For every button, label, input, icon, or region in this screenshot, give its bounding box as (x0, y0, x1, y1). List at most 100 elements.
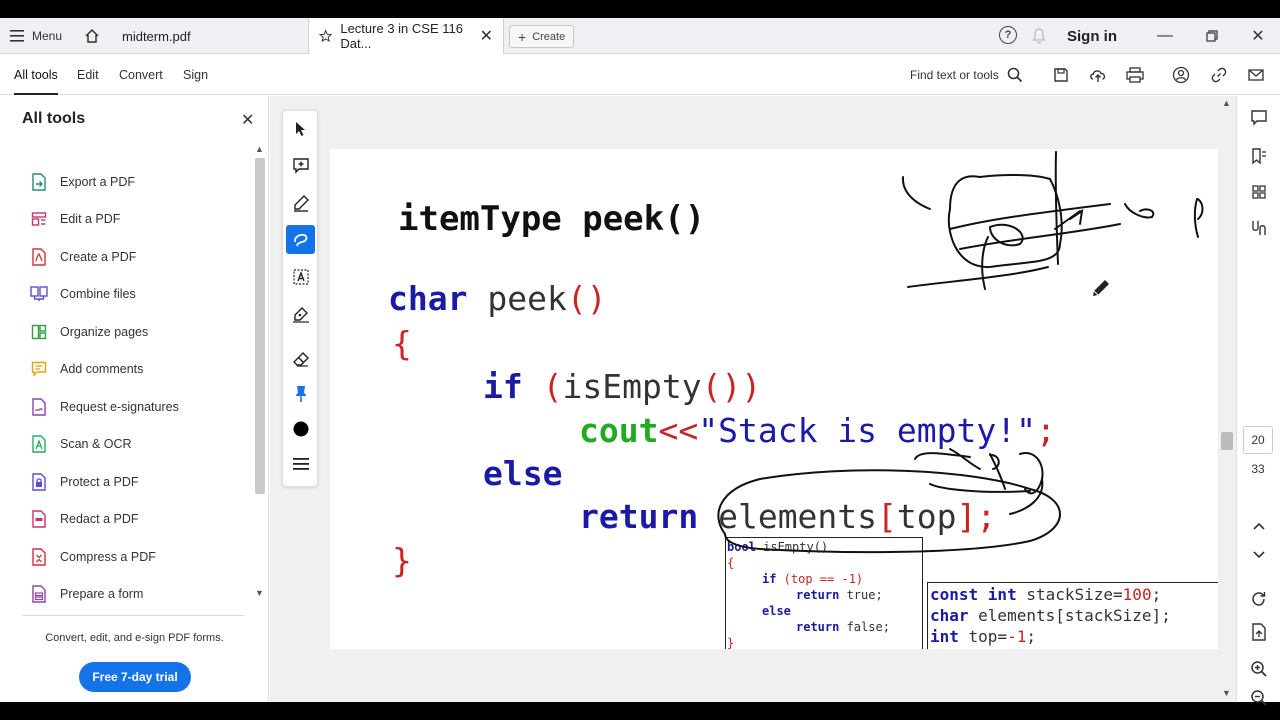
scroll-up-icon[interactable]: ▲ (1222, 98, 1231, 108)
menu-button[interactable]: Menu (10, 18, 62, 54)
link-icon[interactable] (1208, 55, 1230, 95)
previous-page-icon[interactable] (1247, 514, 1271, 538)
restore-icon[interactable] (1197, 18, 1227, 54)
title-bar: Menu midterm.pdf Lecture 3 in CSE 116 Da… (0, 18, 1280, 54)
draw-freehand-icon[interactable] (286, 225, 315, 254)
document-scrollbar[interactable]: ▲ ▼ (1219, 96, 1235, 702)
tool-label: Combine files (60, 287, 136, 301)
color-picker-icon[interactable] (286, 414, 315, 443)
panel-scrollbar[interactable]: ▲ ▼ (253, 144, 267, 600)
scroll-thumb[interactable] (255, 158, 265, 494)
tool-label: Request e-signatures (60, 400, 179, 414)
current-page-field[interactable]: 20 (1243, 426, 1273, 454)
tool-compress-pdf[interactable]: Compress a PDF (30, 546, 156, 568)
minimize-icon[interactable]: — (1150, 18, 1180, 54)
extract-page-icon[interactable] (1247, 620, 1271, 644)
organize-pages-icon (30, 323, 48, 341)
prepare-form-icon (30, 585, 48, 603)
tool-prepare-form[interactable]: Prepare a form (30, 583, 143, 605)
tool-label: Scan & OCR (60, 437, 132, 451)
quick-tools-strip (282, 110, 318, 487)
pin-icon[interactable] (286, 379, 315, 408)
home-button[interactable] (84, 18, 100, 54)
select-cursor-icon[interactable] (286, 114, 315, 143)
next-page-icon[interactable] (1247, 543, 1271, 567)
rotate-icon[interactable] (1247, 587, 1271, 611)
tool-request-esignatures[interactable]: Request e-signatures (30, 396, 179, 418)
tools-list: Export a PDF Edit a PDF Create a PDF Com… (0, 146, 252, 603)
scroll-thumb[interactable] (1221, 432, 1233, 450)
free-trial-button[interactable]: Free 7-day trial (79, 662, 191, 692)
create-pdf-icon (30, 248, 48, 266)
thumbnails-icon[interactable] (1247, 180, 1271, 204)
divider (22, 615, 245, 616)
tool-redact-pdf[interactable]: Redact a PDF (30, 508, 139, 530)
tool-label: Redact a PDF (60, 512, 139, 526)
find-text-or-tools[interactable]: Find text or tools (910, 55, 1023, 95)
scroll-down-icon[interactable]: ▼ (1222, 688, 1231, 698)
help-icon[interactable]: ? (999, 26, 1017, 44)
bookmarks-icon[interactable] (1247, 144, 1271, 168)
scroll-down-icon[interactable]: ▼ (255, 588, 264, 598)
tool-label: Create a PDF (60, 250, 137, 264)
tab-edit[interactable]: Edit (77, 55, 99, 95)
compress-pdf-icon (30, 548, 48, 566)
main-toolbar: All tools Edit Convert Sign Find text or… (0, 55, 1280, 95)
tool-protect-pdf[interactable]: Protect a PDF (30, 471, 139, 493)
save-icon[interactable] (1050, 55, 1072, 95)
tab-lecture-3[interactable]: Lecture 3 in CSE 116 Dat... ✕ (308, 18, 504, 54)
sign-pen-icon[interactable] (286, 299, 315, 328)
total-pages: 33 (1251, 462, 1265, 476)
tool-label: Compress a PDF (60, 550, 156, 564)
tool-scan-ocr[interactable]: Scan & OCR (30, 433, 132, 455)
create-label: Create (532, 30, 566, 43)
add-comment-icon[interactable] (286, 151, 315, 180)
ink-annotations[interactable] (330, 149, 1218, 649)
redact-pdf-icon (30, 510, 48, 528)
text-box-icon[interactable] (286, 262, 315, 291)
tool-combine-files[interactable]: Combine files (30, 283, 136, 305)
create-button[interactable]: + Create (509, 25, 575, 48)
zoom-in-icon[interactable] (1247, 657, 1271, 681)
tool-label: Organize pages (60, 325, 149, 339)
tab-lecture-3-label: Lecture 3 in CSE 116 Dat... (340, 21, 463, 51)
edit-pdf-icon (30, 210, 48, 228)
zoom-out-icon[interactable] (1247, 686, 1271, 710)
sign-in-button[interactable]: Sign in (1067, 18, 1117, 54)
star-icon[interactable] (319, 28, 333, 44)
menu-label: Menu (32, 29, 63, 43)
eraser-icon[interactable] (286, 344, 315, 373)
tab-all-tools[interactable]: All tools (14, 55, 58, 95)
find-label: Find text or tools (910, 68, 999, 82)
tab-convert[interactable]: Convert (119, 55, 163, 95)
pencil-cursor-icon (1092, 279, 1110, 302)
notification-bell-icon[interactable] (1031, 27, 1047, 45)
close-panel-icon[interactable]: ✕ (241, 110, 254, 130)
right-rail: 20 33 (1236, 96, 1280, 706)
search-icon (1007, 67, 1022, 83)
tool-edit-pdf[interactable]: Edit a PDF (30, 208, 120, 230)
tool-add-comments[interactable]: Add comments (30, 358, 143, 380)
add-comments-icon (30, 360, 48, 378)
pdf-page: itemType peek() char peek() { if (isEmpt… (330, 149, 1218, 649)
tab-sign[interactable]: Sign (183, 55, 208, 95)
more-tools-icon[interactable] (286, 449, 315, 478)
print-icon[interactable] (1124, 55, 1146, 95)
tab-midterm-label: midterm.pdf (122, 28, 191, 44)
protect-pdf-icon (30, 473, 48, 491)
tab-midterm[interactable]: midterm.pdf (112, 18, 307, 54)
tool-label: Add comments (60, 362, 144, 376)
upload-cloud-icon[interactable] (1087, 55, 1109, 95)
compare-icon[interactable] (1247, 216, 1271, 240)
scroll-up-icon[interactable]: ▲ (255, 144, 264, 154)
highlight-pen-icon[interactable] (286, 188, 315, 217)
tool-create-pdf[interactable]: Create a PDF (30, 246, 136, 268)
panel-title: All tools (22, 110, 86, 127)
tool-organize-pages[interactable]: Organize pages (30, 321, 148, 343)
tool-export-pdf[interactable]: Export a PDF (30, 171, 135, 193)
close-tab-icon[interactable]: ✕ (480, 26, 493, 46)
comments-icon[interactable] (1247, 106, 1271, 130)
email-icon[interactable] (1245, 55, 1267, 95)
close-window-icon[interactable]: ✕ (1243, 18, 1273, 54)
share-user-icon[interactable] (1170, 55, 1192, 95)
